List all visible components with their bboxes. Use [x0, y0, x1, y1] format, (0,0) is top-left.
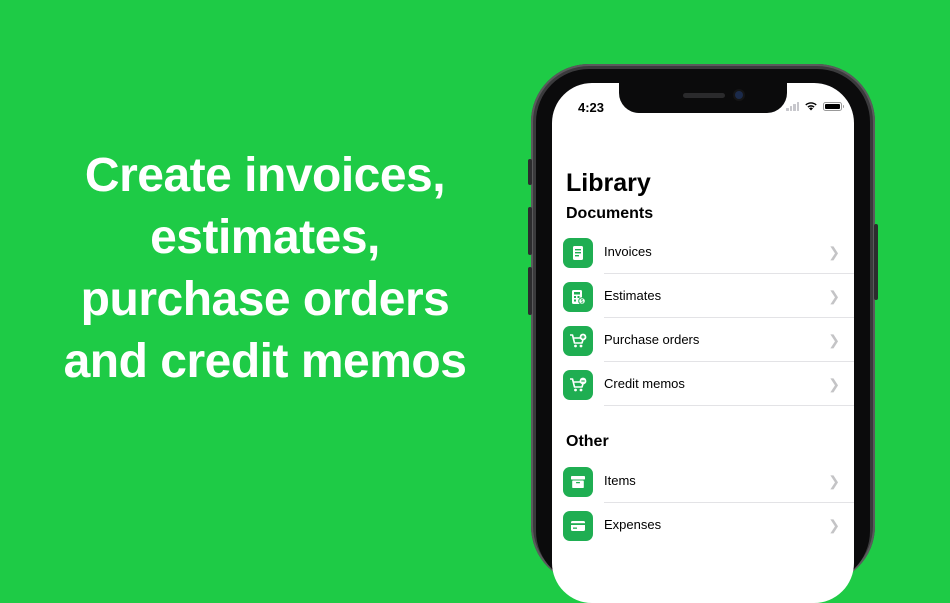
marketing-headline: Create invoices, estimates, purchase ord…: [30, 145, 500, 393]
headline-line-4: and credit memos: [63, 335, 467, 388]
row-divider: [604, 405, 854, 406]
battery-icon: [823, 101, 844, 111]
status-time: 4:23: [578, 100, 605, 115]
list-item-estimates[interactable]: $ Estimates ❯: [552, 274, 854, 318]
list-item-label: Purchase orders: [604, 332, 700, 347]
mute-switch: [528, 159, 532, 185]
credit-card-icon: [563, 511, 593, 541]
volume-up-button: [528, 207, 532, 255]
estimate-calculator-icon: $: [563, 282, 593, 312]
page-title: Library: [566, 169, 651, 197]
list-item-expenses[interactable]: Expenses ❯: [552, 503, 854, 547]
notch: [619, 83, 787, 113]
chevron-right-icon: ❯: [828, 376, 840, 392]
chevron-right-icon: ❯: [828, 473, 840, 489]
chevron-right-icon: ❯: [828, 244, 840, 260]
list-item-label: Expenses: [604, 517, 662, 532]
section-title-documents: Documents: [566, 205, 654, 222]
status-icons: [786, 101, 844, 111]
box-icon: [563, 467, 593, 497]
list-item-items[interactable]: Items ❯: [552, 459, 854, 503]
volume-down-button: [528, 267, 532, 315]
cellular-signal-icon: [786, 101, 799, 111]
list-item-purchase-orders[interactable]: Purchase orders ❯: [552, 318, 854, 362]
list-item-credit-memos[interactable]: Credit memos ❯: [552, 362, 854, 406]
invoice-doc-icon: [563, 238, 593, 268]
list-item-label: Invoices: [604, 244, 652, 259]
front-camera: [735, 91, 743, 99]
svg-text:$: $: [581, 299, 584, 305]
list-item-label: Items: [604, 473, 636, 488]
phone-frame: 4:23 Library Documents Invoices ❯ $ Esti…: [528, 64, 878, 603]
section-title-other: Other: [566, 433, 609, 450]
phone-screen: 4:23 Library Documents Invoices ❯ $ Esti…: [552, 83, 854, 603]
power-button: [874, 224, 878, 300]
chevron-right-icon: ❯: [828, 517, 840, 533]
list-item-invoices[interactable]: Invoices ❯: [552, 230, 854, 274]
speaker-grille: [683, 93, 725, 98]
chevron-right-icon: ❯: [828, 332, 840, 348]
list-item-label: Credit memos: [604, 376, 685, 391]
headline-line-1: Create invoices,: [84, 149, 446, 202]
headline-line-2: estimates,: [150, 211, 380, 264]
list-item-label: Estimates: [604, 288, 662, 303]
chevron-right-icon: ❯: [828, 288, 840, 304]
wifi-icon: [805, 102, 817, 111]
cart-minus-icon: [563, 370, 593, 400]
headline-line-3: purchase orders: [80, 273, 450, 326]
cart-plus-icon: [563, 326, 593, 356]
